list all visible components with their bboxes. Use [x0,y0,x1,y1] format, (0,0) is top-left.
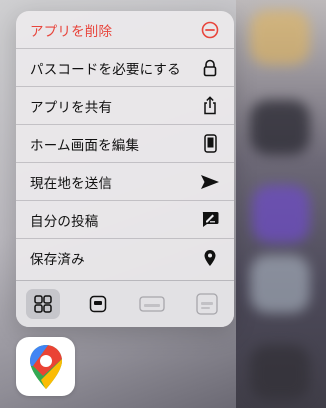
require-passcode-item[interactable]: パスコードを必要にする [16,49,234,87]
delete-app-item[interactable]: アプリを削除 [16,11,234,49]
map-pin-icon [200,248,220,268]
share-app-item[interactable]: アプリを共有 [16,87,234,125]
saved-item[interactable]: 保存済み [16,239,234,277]
lock-icon [200,58,220,78]
edit-post-icon [200,210,220,230]
blurred-app-icon [250,10,310,65]
google-maps-app-icon[interactable] [16,337,75,396]
send-arrow-icon [200,172,220,192]
blurred-app-icon [250,345,310,400]
menu-item-label: パスコードを必要にする [30,61,181,78]
share-icon [200,96,220,116]
blurred-app-icon [250,100,310,155]
my-posts-item[interactable]: 自分の投稿 [16,201,234,239]
minus-circle-icon [200,20,220,40]
widget-size-bar [16,280,234,327]
context-menu: アプリを削除 パスコードを必要にする アプリを共有 ホーム画面を編集 現在地を送… [16,11,234,327]
google-maps-icon [29,344,62,389]
phone-icon [200,134,220,154]
widget-grid-option[interactable] [26,289,61,319]
menu-item-label: アプリを削除 [30,23,113,40]
widget-small-icon [89,295,106,313]
edit-home-screen-item[interactable]: ホーム画面を編集 [16,125,234,163]
widget-medium-icon [139,296,165,312]
widget-medium-option[interactable] [135,289,169,319]
widget-large-option[interactable] [190,289,224,319]
widget-grid-icon [34,295,52,313]
menu-item-label: 現在地を送信 [30,175,113,192]
send-location-item[interactable]: 現在地を送信 [16,163,234,201]
blurred-app-icon [250,255,310,313]
menu-item-label: 自分の投稿 [30,213,99,230]
blurred-app-icon [252,185,310,243]
widget-large-icon [196,293,218,315]
menu-item-label: アプリを共有 [30,99,113,116]
menu-item-label: ホーム画面を編集 [30,137,140,154]
widget-small-option[interactable] [81,289,115,319]
menu-item-label: 保存済み [30,252,85,268]
